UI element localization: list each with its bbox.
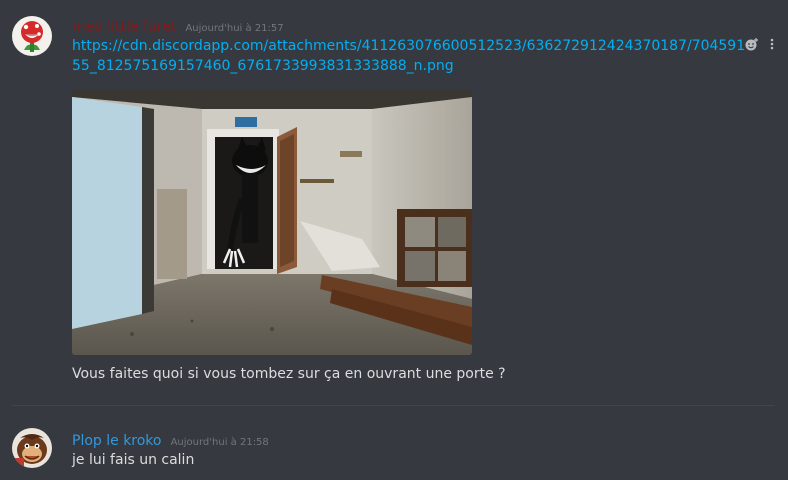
username[interactable]: meo little furet [72, 19, 176, 35]
message-2: Plop le kroko Aujourd'hui à 21:58 je lui… [0, 410, 788, 480]
attachment-image[interactable] [72, 89, 472, 355]
add-reaction-icon[interactable] [744, 36, 760, 52]
message-text: je lui fais un calin [72, 452, 195, 468]
message-actions [744, 36, 780, 52]
message-header: meo little furet Aujourd'hui à 21:57 [72, 16, 284, 35]
message-1: meo little furet Aujourd'hui à 21:57 htt… [0, 0, 788, 400]
timestamp: Aujourd'hui à 21:57 [185, 23, 284, 34]
creepy-doorway-image [72, 89, 472, 355]
piranha-plant-avatar-icon [12, 16, 52, 56]
message-text: Vous faites quoi si vous tombez sur ça e… [72, 366, 506, 382]
donkey-kong-avatar-icon [12, 428, 52, 468]
avatar[interactable] [12, 428, 52, 468]
avatar[interactable] [12, 16, 52, 56]
message-divider [12, 405, 774, 406]
attachment-link[interactable]: https://cdn.discordapp.com/attachments/4… [72, 36, 748, 76]
timestamp: Aujourd'hui à 21:58 [170, 437, 269, 448]
message-header: Plop le kroko Aujourd'hui à 21:58 [72, 430, 269, 449]
username[interactable]: Plop le kroko [72, 433, 161, 449]
more-options-icon[interactable] [764, 36, 780, 52]
